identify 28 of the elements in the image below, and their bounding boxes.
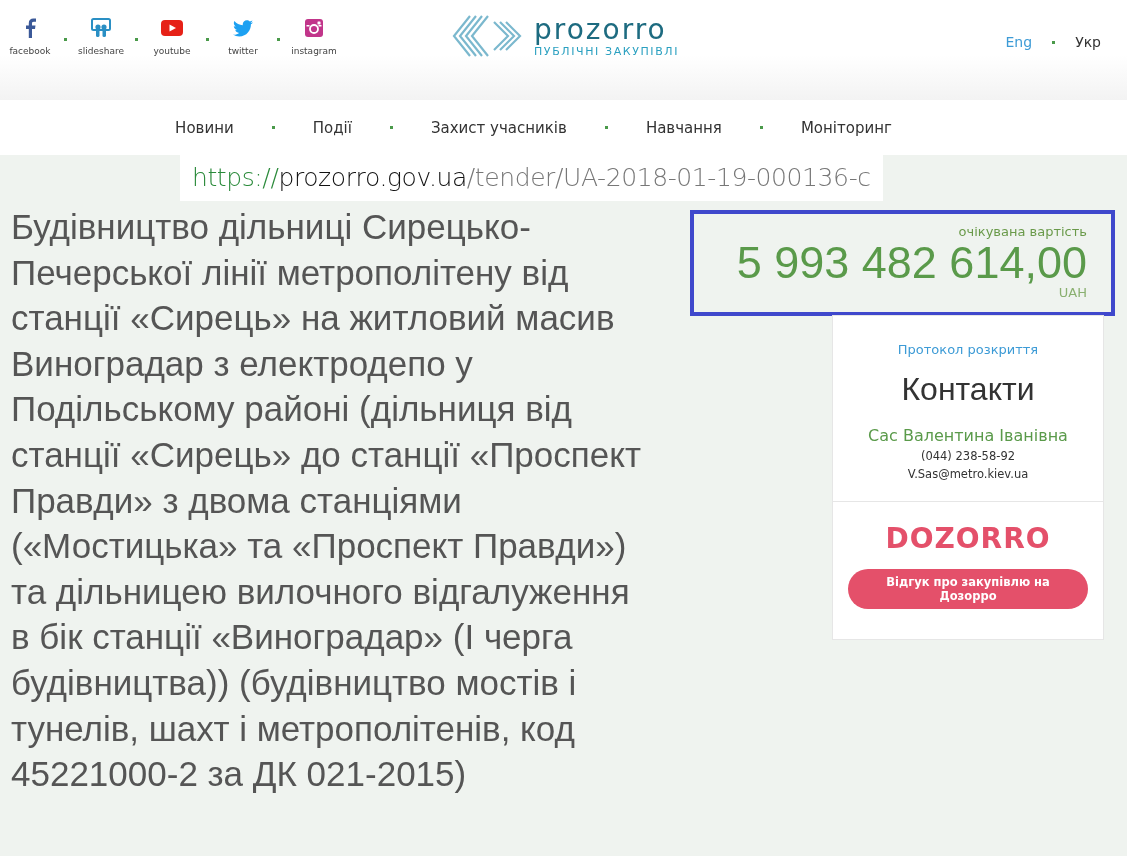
social-link[interactable]: instagram [291,46,337,56]
tender-title: Будівництво дільниці Сирецько-Печерської лінії метрополітену від станції «Сирець» на житловий масив Виноградар з електродепо у Подільському районі (дільниця від станції «Сирець» до станції «Проспект Правди» з двома станціями («Мостицька» та «Проспект Правди») та дільницею вилочного відгалуження в бік станції «Виноградар» (І черга будівництва)) (будівництво мостів і тунелів, шахт і метрополітенів, код 45221000-2 за ДК 021-2015) [10,206,642,796]
logo-name: prozorro [534,14,668,45]
contact-name: Сас Валентина Іванівна [868,426,1068,445]
language-link[interactable]: Укр [1075,34,1101,50]
nav-link[interactable]: Захист учасників [430,118,567,137]
social-link[interactable]: youtube [153,46,191,56]
contact-email: V.Sas@metro.kiev.ua [907,467,1029,481]
url-text: https://prozorro.gov.ua/tender/UA-2018-01-19-000136-c [180,155,883,201]
prozorro-logo[interactable]: prozorro ПУБЛІЧНІ ЗАКУПІВЛІ [450,14,680,58]
social-link[interactable]: twitter [228,46,258,56]
facebook-f-icon[interactable] [23,16,37,40]
logo-tagline: ПУБЛІЧНІ ЗАКУПІВЛІ [534,44,680,58]
dozorro-logo: DOZORRO [885,522,1051,555]
nav-link[interactable]: Навчання [645,118,722,137]
contact-phone: (044) 238-58-92 [920,449,1016,463]
people-screen-icon[interactable] [91,16,111,40]
value-label: очікувана вартість [958,224,1087,239]
nav-link[interactable]: Новини [175,118,234,137]
nav-link[interactable]: Моніторинг [800,118,892,137]
camera-icon[interactable] [305,16,323,40]
nav-link[interactable]: Події [312,118,352,137]
social-link[interactable]: slideshare [78,46,124,56]
currency-label: UAH [1058,285,1087,300]
value-amount: 5 993 482 614,00 [736,241,1087,285]
dozorro-feedback-button[interactable]: Відгук про закупівлю на Дозорро [848,569,1088,609]
social-link[interactable]: facebook [9,46,51,56]
contacts-heading: Контакти [901,371,1035,408]
